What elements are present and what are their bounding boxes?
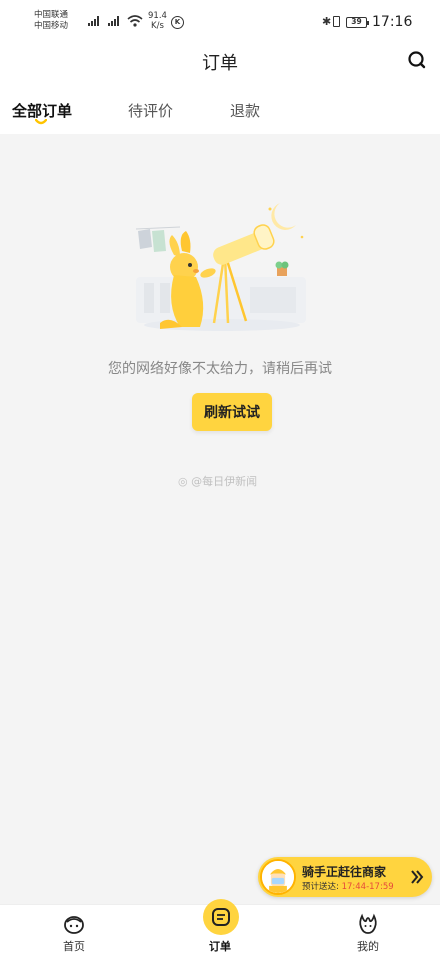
cellular-signal-2-icon — [108, 16, 119, 26]
eta-label: 预计送达: — [302, 882, 339, 892]
network-error-message: 您的网络好像不太给力，请稍后再试 — [108, 361, 332, 377]
weibo-icon: ◎ — [178, 475, 188, 488]
order-tabs: 全部订单 待评价 退款 — [0, 84, 440, 134]
watermark-text: @每日伊新闻 — [191, 475, 258, 488]
nav-orders-label: 订单 — [209, 940, 231, 953]
carrier-info: 中国联通 中国移动 — [34, 10, 68, 32]
home-mascot-icon — [64, 916, 84, 934]
rider-status-card[interactable]: 骑手正赶往商家 预计送达: 17:44-17:59 — [258, 857, 432, 897]
status-time: 17:16 — [372, 14, 413, 30]
weibo-watermark: ◎ @每日伊新闻 — [178, 473, 257, 489]
nav-profile-label: 我的 — [357, 940, 379, 953]
carrier-2: 中国移动 — [34, 21, 69, 31]
bluetooth-icon: ✱ — [322, 15, 332, 28]
carrier-1: 中国联通 — [34, 10, 69, 20]
eta-time: 17:44-17:59 — [341, 882, 394, 892]
network-error-illustration — [135, 203, 306, 331]
k-app-icon: K — [171, 16, 184, 29]
rider-eta: 预计送达: 17:44-17:59 — [302, 880, 394, 892]
wifi-icon — [127, 15, 143, 27]
vibrate-icon — [333, 16, 340, 27]
tab-refund[interactable]: 退款 — [230, 100, 260, 121]
page-title: 订单 — [202, 53, 238, 74]
rider-status-title: 骑手正赶往商家 — [302, 865, 387, 879]
network-speed: 91.4 K/s — [148, 11, 167, 31]
profile-kangaroo-icon — [359, 913, 377, 934]
status-bar: 中国联通 中国移动 91.4 K/s K ✱ 39 17:16 — [0, 0, 440, 44]
rider-avatar — [260, 859, 296, 895]
nav-profile[interactable]: 我的 — [338, 905, 398, 958]
tab-all-orders[interactable]: 全部订单 — [12, 100, 72, 121]
nav-home[interactable]: 首页 — [44, 905, 104, 958]
double-chevron-right-icon — [411, 870, 424, 884]
nav-home-label: 首页 — [63, 940, 85, 953]
cellular-signal-icon — [88, 16, 99, 26]
active-tab-indicator — [35, 119, 47, 125]
page-header: 订单 — [0, 44, 440, 84]
network-speed-value: 91.4 — [148, 11, 167, 21]
orders-icon — [212, 908, 230, 926]
search-icon[interactable] — [407, 50, 427, 70]
refresh-button[interactable]: 刷新试试 — [192, 393, 272, 431]
network-speed-unit: K/s — [151, 21, 164, 31]
battery-indicator: 39 — [346, 17, 369, 28]
tab-to-review[interactable]: 待评价 — [128, 100, 173, 121]
bottom-navigation: 首页 订单 我的 — [0, 899, 440, 958]
nav-orders[interactable]: 订单 — [190, 899, 250, 958]
